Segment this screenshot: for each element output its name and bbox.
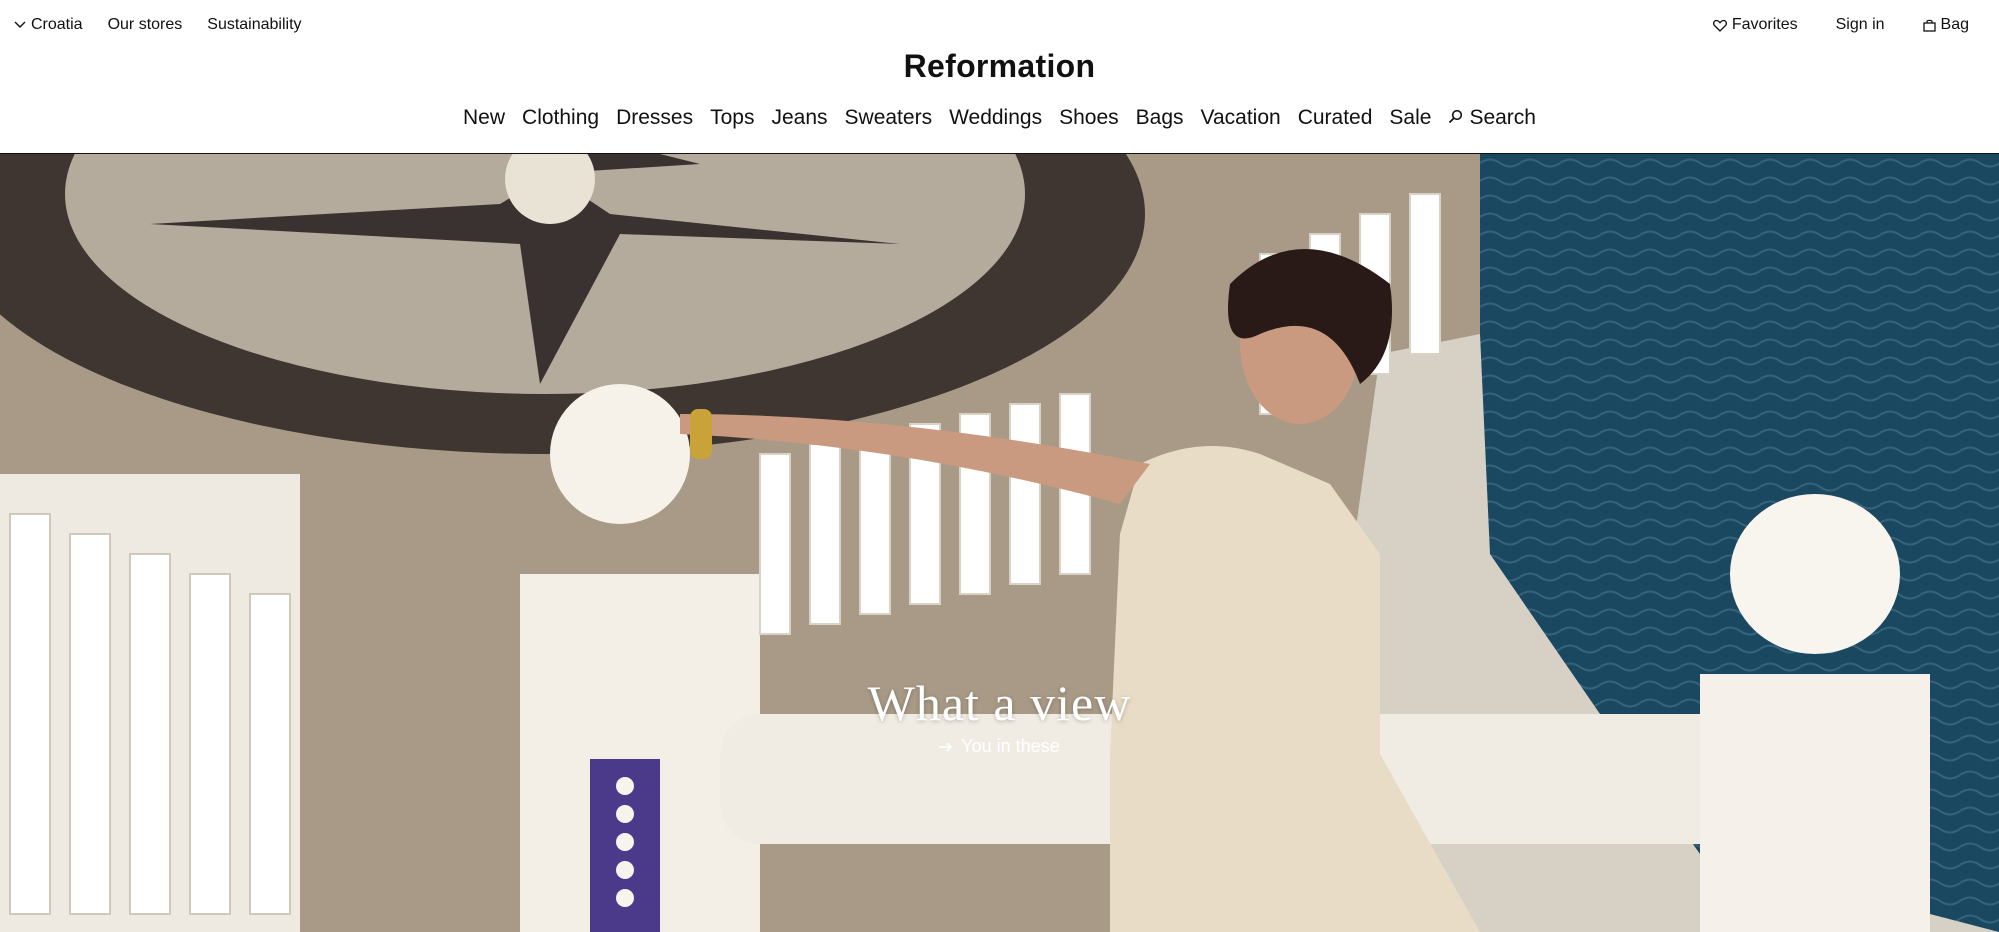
search-icon xyxy=(1448,106,1463,130)
nav-item-dresses[interactable]: Dresses xyxy=(616,106,693,130)
utility-right: Favorites Sign in Bag xyxy=(1712,16,1969,34)
hero-image xyxy=(0,154,1999,932)
hero-title: What a view xyxy=(867,675,1132,731)
hero-text: What a view You in these xyxy=(0,674,1999,757)
nav-item-shoes[interactable]: Shoes xyxy=(1059,106,1119,130)
bag-link[interactable]: Bag xyxy=(1922,16,1969,34)
main-nav: New Clothing Dresses Tops Jeans Sweaters… xyxy=(0,106,1999,130)
hero-cta-label: You in these xyxy=(961,736,1060,756)
nav-search[interactable]: Search xyxy=(1448,106,1536,130)
arrow-right-icon xyxy=(939,736,953,757)
nav-item-vacation[interactable]: Vacation xyxy=(1201,106,1281,130)
utility-left: Croatia Our stores Sustainability xyxy=(14,16,302,34)
nav-item-new[interactable]: New xyxy=(463,106,505,130)
heart-icon xyxy=(1712,19,1727,32)
bag-label: Bag xyxy=(1940,16,1969,33)
nav-item-weddings[interactable]: Weddings xyxy=(949,106,1042,130)
bag-icon xyxy=(1922,19,1936,32)
nav-item-curated[interactable]: Curated xyxy=(1298,106,1373,130)
favorites-label: Favorites xyxy=(1731,16,1798,33)
nav-item-sweaters[interactable]: Sweaters xyxy=(845,106,933,130)
country-selector[interactable]: Croatia xyxy=(14,16,83,34)
nav-item-sale[interactable]: Sale xyxy=(1389,106,1431,130)
country-label: Croatia xyxy=(31,16,83,33)
chevron-down-icon xyxy=(14,21,26,29)
sign-in-link[interactable]: Sign in xyxy=(1836,16,1885,34)
utility-bar: Croatia Our stores Sustainability Favori… xyxy=(0,0,1999,52)
nav-item-bags[interactable]: Bags xyxy=(1136,106,1184,130)
search-label: Search xyxy=(1469,106,1536,129)
sustainability-link[interactable]: Sustainability xyxy=(207,16,301,34)
brand-logo[interactable]: Reformation xyxy=(0,48,1999,85)
nav-item-clothing[interactable]: Clothing xyxy=(522,106,599,130)
our-stores-link[interactable]: Our stores xyxy=(108,16,183,34)
nav-item-tops[interactable]: Tops xyxy=(710,106,754,130)
hero-cta-link[interactable]: You in these xyxy=(939,736,1060,757)
nav-item-jeans[interactable]: Jeans xyxy=(771,106,827,130)
hero-banner[interactable]: What a view You in these xyxy=(0,153,1999,932)
favorites-link[interactable]: Favorites xyxy=(1712,16,1798,34)
